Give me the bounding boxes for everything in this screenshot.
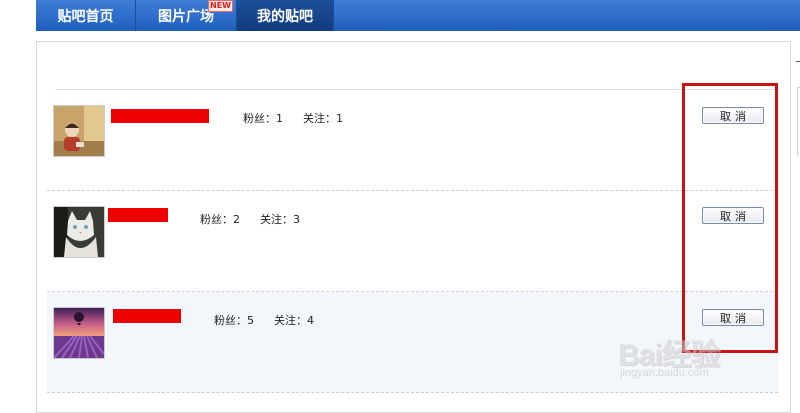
watermark-url: jingyan.baidu.com (620, 367, 709, 379)
tab-label: 图片广场 (158, 8, 214, 25)
list-item (47, 191, 778, 291)
redacted-username (108, 208, 168, 222)
redacted-username (113, 309, 181, 323)
follow-count: 关注：3 (260, 213, 300, 226)
top-navigation-bar: 贴吧首页 图片广场 NEW 我的贴吧 (0, 0, 800, 31)
tab-label: 我的贴吧 (257, 8, 313, 25)
fans-count: 粉丝：1 (243, 112, 283, 125)
new-badge: NEW (208, 0, 233, 12)
lavender-balloon-photo-icon[interactable] (53, 307, 105, 359)
follow-count: 关注：1 (303, 112, 343, 125)
row-divider (47, 392, 778, 393)
nav-tabs: 贴吧首页 图片广场 NEW 我的贴吧 (36, 0, 800, 31)
fans-count: 粉丝：2 (200, 213, 240, 226)
nav-bar-fill (334, 0, 800, 31)
tab-my-tieba[interactable]: 我的贴吧 (237, 0, 334, 31)
tab-label: 贴吧首页 (57, 8, 114, 25)
follow-count: 关注：4 (274, 314, 314, 327)
baidu-jingyan-watermark: Bai经验 jingyan.baidu.com (612, 330, 762, 390)
annotation-highlight-box (682, 83, 778, 353)
child-photo-icon[interactable] (53, 105, 105, 157)
list-item (47, 90, 778, 190)
right-edge-mark (796, 61, 800, 62)
tab-image-square[interactable]: 图片广场 NEW (136, 0, 237, 31)
redacted-username (111, 109, 209, 123)
tab-tieba-home[interactable]: 贴吧首页 (36, 0, 136, 31)
fans-count: 粉丝：5 (214, 314, 254, 327)
cat-photo-icon[interactable] (53, 206, 105, 258)
